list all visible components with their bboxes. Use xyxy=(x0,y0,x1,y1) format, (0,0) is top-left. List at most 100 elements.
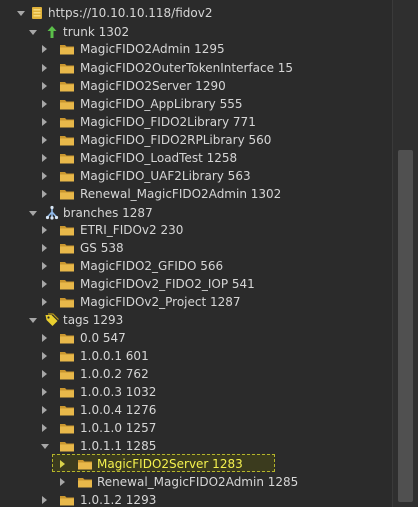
tree-node[interactable]: GS 538 xyxy=(0,239,392,257)
expanded-arrow-icon[interactable] xyxy=(40,437,50,455)
tree-node[interactable]: 1.0.1.0 1257 xyxy=(0,419,392,437)
folder-icon xyxy=(59,41,75,57)
collapsed-arrow-icon[interactable] xyxy=(40,77,50,95)
svn-repository-tree[interactable]: https://10.10.10.118/fidov2 trunk 1302 Mag… xyxy=(0,0,392,507)
tree-node[interactable]: 1.0.1.2 1293 xyxy=(0,491,392,507)
folder-icon xyxy=(77,474,93,490)
tree-node[interactable]: ETRI_FIDOv2 230 xyxy=(0,221,392,239)
collapsed-arrow-icon[interactable] xyxy=(40,491,50,507)
collapsed-arrow-icon[interactable] xyxy=(40,257,50,275)
tree-node-label: 1.0.1.0 1257 xyxy=(80,421,157,435)
tree-node[interactable]: MagicFIDO_AppLibrary 555 xyxy=(0,95,392,113)
collapsed-arrow-icon[interactable] xyxy=(40,149,50,167)
folder-icon xyxy=(77,456,93,472)
tree-node[interactable]: MagicFIDO_UAF2Library 563 xyxy=(0,167,392,185)
tree-node-label: GS 538 xyxy=(80,241,124,255)
collapsed-arrow-icon[interactable] xyxy=(40,239,50,257)
folder-icon xyxy=(59,240,75,256)
tree-node-label: 1.0.1.2 1293 xyxy=(80,493,157,507)
collapsed-arrow-icon[interactable] xyxy=(40,365,50,383)
tree-node[interactable]: MagicFIDO_FIDO2Library 771 xyxy=(0,113,392,131)
folder-icon xyxy=(59,402,75,418)
tree-node[interactable]: 1.0.0.3 1032 xyxy=(0,383,392,401)
folder-icon xyxy=(59,384,75,400)
collapsed-arrow-icon[interactable] xyxy=(40,293,50,311)
repository-icon xyxy=(29,5,45,21)
tree-node-label: MagicFIDO2_GFIDO 566 xyxy=(80,259,224,273)
branches-icon xyxy=(44,205,60,221)
tree-node-label: MagicFIDO2Admin 1295 xyxy=(80,42,225,56)
folder-icon xyxy=(59,78,75,94)
folder-icon xyxy=(59,348,75,364)
folder-icon xyxy=(59,420,75,436)
tree-node-label: MagicFIDO2OuterTokenInterface 15 xyxy=(80,61,294,75)
tree-node[interactable]: MagicFIDOv2_Project 1287 xyxy=(0,293,392,311)
tree-node-label: MagicFIDO2Server 1290 xyxy=(80,79,226,93)
tree-node[interactable]: MagicFIDO2OuterTokenInterface 15 xyxy=(0,59,392,77)
expanded-arrow-icon[interactable] xyxy=(28,204,38,222)
expanded-arrow-icon[interactable] xyxy=(16,4,26,22)
collapsed-arrow-icon[interactable] xyxy=(40,59,50,77)
tree-node[interactable]: 1.0.0.1 601 xyxy=(0,347,392,365)
tags-icon xyxy=(44,312,60,328)
tree-node[interactable]: 1.0.1.1 1285 xyxy=(0,437,392,455)
tree-node[interactable]: 1.0.0.2 762 xyxy=(0,365,392,383)
tree-node-label: ETRI_FIDOv2 230 xyxy=(80,223,184,237)
folder-icon xyxy=(59,294,75,310)
folder-icon xyxy=(59,114,75,130)
folder-icon xyxy=(59,276,75,292)
tree-node[interactable]: MagicFIDO2_GFIDO 566 xyxy=(0,257,392,275)
collapsed-arrow-icon[interactable] xyxy=(40,95,50,113)
tree-node-label: Renewal_MagicFIDO2Admin 1285 xyxy=(97,475,299,489)
collapsed-arrow-icon[interactable] xyxy=(40,383,50,401)
tree-node[interactable]: Renewal_MagicFIDO2Admin 1285 xyxy=(0,473,392,491)
collapsed-arrow-icon[interactable] xyxy=(40,131,50,149)
tree-node-label: trunk 1302 xyxy=(63,25,130,39)
tree-node[interactable]: MagicFIDO2Server 1290 xyxy=(0,77,392,95)
tree-node-label: 1.0.0.1 601 xyxy=(80,349,149,363)
collapsed-arrow-icon[interactable] xyxy=(40,419,50,437)
folder-icon xyxy=(59,222,75,238)
tree-node-label: MagicFIDO_FIDO2RPLibrary 560 xyxy=(80,133,272,147)
collapsed-arrow-icon[interactable] xyxy=(40,40,50,58)
tree-node[interactable]: MagicFIDO2Admin 1295 xyxy=(0,40,392,58)
tree-node[interactable]: MagicFIDO_LoadTest 1258 xyxy=(0,149,392,167)
collapsed-arrow-icon[interactable] xyxy=(40,221,50,239)
expanded-arrow-icon[interactable] xyxy=(28,311,38,329)
collapsed-arrow-icon[interactable] xyxy=(40,329,50,347)
tree-node[interactable]: tags 1293 xyxy=(0,311,392,329)
vertical-scrollbar[interactable] xyxy=(392,0,418,507)
expanded-arrow-icon[interactable] xyxy=(28,23,38,41)
tree-node-label: MagicFIDO_AppLibrary 555 xyxy=(80,97,243,111)
folder-icon xyxy=(59,132,75,148)
tree-node[interactable]: trunk 1302 xyxy=(0,23,392,41)
collapsed-arrow-icon[interactable] xyxy=(58,473,68,491)
tree-node-label: 1.0.1.1 1285 xyxy=(80,439,157,453)
collapsed-arrow-icon[interactable] xyxy=(40,401,50,419)
tree-node-label: MagicFIDOv2_FIDO2_IOP 541 xyxy=(80,277,255,291)
tree-node-label: branches 1287 xyxy=(63,206,153,220)
tree-node-label: 1.0.0.3 1032 xyxy=(80,385,157,399)
tree-node[interactable]: https://10.10.10.118/fidov2 xyxy=(0,4,392,22)
collapsed-arrow-icon[interactable] xyxy=(58,455,68,473)
scrollbar-thumb[interactable] xyxy=(398,150,413,502)
folder-icon xyxy=(59,438,75,454)
tree-node[interactable]: Renewal_MagicFIDO2Admin 1302 xyxy=(0,185,392,203)
tree-node[interactable]: MagicFIDOv2_FIDO2_IOP 541 xyxy=(0,275,392,293)
tree-node[interactable]: branches 1287 xyxy=(0,204,392,222)
folder-icon xyxy=(59,492,75,507)
tree-node[interactable]: 0.0 547 xyxy=(0,329,392,347)
collapsed-arrow-icon[interactable] xyxy=(40,167,50,185)
tree-node[interactable]: MagicFIDO2Server 1283 xyxy=(0,454,392,473)
trunk-icon xyxy=(44,24,60,40)
collapsed-arrow-icon[interactable] xyxy=(40,347,50,365)
collapsed-arrow-icon[interactable] xyxy=(40,113,50,131)
folder-icon xyxy=(59,60,75,76)
tree-node-label: MagicFIDO_LoadTest 1258 xyxy=(80,151,238,165)
tree-node[interactable]: MagicFIDO_FIDO2RPLibrary 560 xyxy=(0,131,392,149)
tree-node-label: MagicFIDO_FIDO2Library 771 xyxy=(80,115,256,129)
tree-node-label: MagicFIDOv2_Project 1287 xyxy=(80,295,241,309)
collapsed-arrow-icon[interactable] xyxy=(40,275,50,293)
tree-node[interactable]: 1.0.0.4 1276 xyxy=(0,401,392,419)
collapsed-arrow-icon[interactable] xyxy=(40,185,50,203)
